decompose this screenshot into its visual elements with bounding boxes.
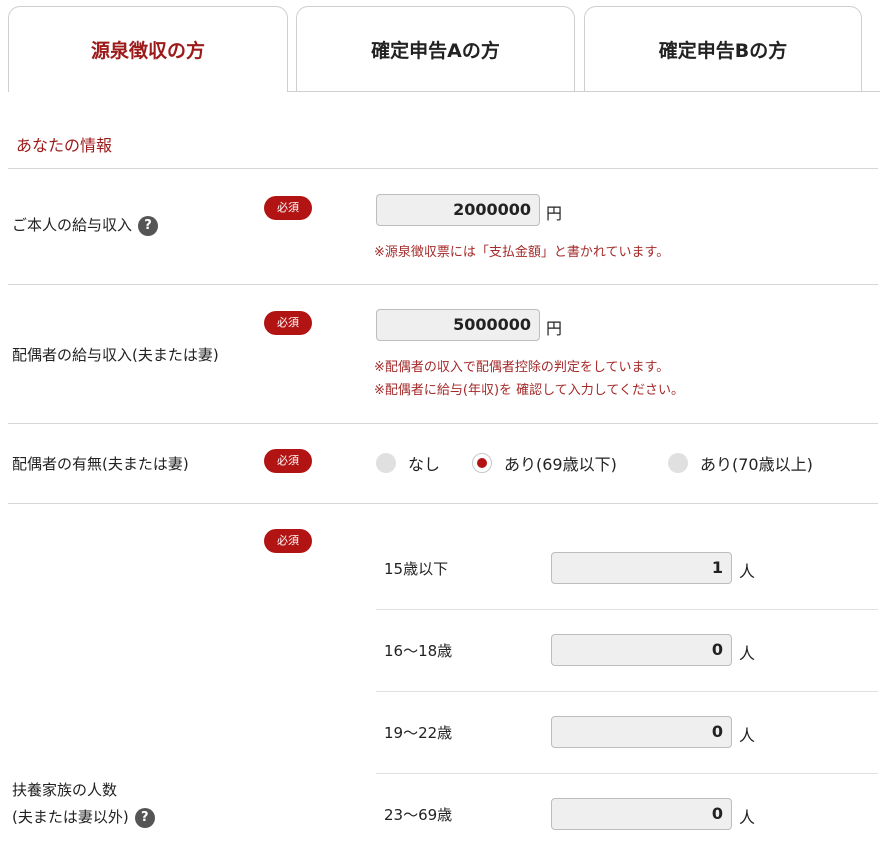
dependent-unit: 人 — [739, 644, 756, 663]
spouse-salary-unit: 円 — [546, 319, 563, 338]
radio-none[interactable]: なし — [376, 451, 440, 475]
required-badge: 必須 — [264, 311, 312, 335]
dependent-count-input[interactable]: 1 — [551, 552, 732, 584]
divider — [8, 503, 878, 504]
dependent-count-input[interactable]: 0 — [551, 798, 732, 830]
radio-none-label: なし — [408, 455, 441, 474]
dependents-label-line2-text: (夫または妻以外) — [12, 808, 129, 826]
spouse-salary-note-2: ※配偶者に給与(年収)を 確認して入力してください。 — [374, 383, 684, 398]
row-divider — [376, 773, 878, 774]
salary-label-text: ご本人の給与収入 — [12, 216, 133, 234]
salary-note: ※源泉徴収票には「支払金額」と書かれています。 — [374, 245, 670, 260]
divider — [8, 168, 878, 169]
divider — [8, 284, 878, 285]
dependent-unit: 人 — [739, 726, 756, 745]
dependent-age-label: 23～69歳 — [384, 806, 453, 824]
divider — [8, 423, 878, 424]
radio-over-70-label: あり(70歳以上) — [700, 455, 813, 474]
dependent-unit: 人 — [739, 808, 756, 827]
dependents-label-line1: 扶養家族の人数 — [12, 781, 118, 799]
radio-circle[interactable] — [376, 453, 396, 473]
tab-bar: 源泉徴収の方 確定申告Aの方 確定申告Bの方 — [0, 0, 880, 92]
required-badge: 必須 — [264, 196, 312, 220]
spouse-salary-note-1: ※配偶者の収入で配偶者控除の判定をしています。 — [374, 360, 670, 375]
row-divider — [376, 609, 878, 610]
required-badge: 必須 — [264, 529, 312, 553]
help-icon[interactable]: ? — [134, 807, 155, 828]
dependent-age-label: 16～18歳 — [384, 642, 453, 660]
tab-tax-return-a[interactable]: 確定申告Aの方 — [296, 6, 575, 92]
row-divider — [376, 691, 878, 692]
dependents-label-line2: (夫または妻以外)? — [12, 806, 155, 828]
dependent-count-input[interactable]: 0 — [551, 634, 732, 666]
tab-withholding[interactable]: 源泉徴収の方 — [8, 6, 288, 92]
dependent-age-label: 19～22歳 — [384, 724, 453, 742]
dependent-count-input[interactable]: 0 — [551, 716, 732, 748]
required-badge: 必須 — [264, 449, 312, 473]
radio-circle[interactable] — [668, 453, 688, 473]
tab-tax-return-b[interactable]: 確定申告Bの方 — [584, 6, 862, 92]
radio-under-69[interactable]: あり(69歳以下) — [472, 451, 617, 475]
radio-over-70[interactable]: あり(70歳以上) — [668, 451, 813, 475]
tab-divider — [288, 91, 880, 92]
salary-unit: 円 — [546, 204, 563, 223]
dependent-unit: 人 — [739, 562, 756, 581]
radio-circle-selected[interactable] — [472, 453, 492, 473]
radio-under-69-label: あり(69歳以下) — [504, 455, 617, 474]
section-title: あなたの情報 — [16, 136, 113, 155]
salary-label: ご本人の給与収入? — [12, 214, 159, 236]
salary-input[interactable]: 2000000 — [376, 194, 540, 226]
spouse-salary-label: 配偶者の給与収入(夫または妻) — [12, 346, 219, 364]
spouse-presence-label: 配偶者の有無(夫または妻) — [12, 455, 189, 473]
spouse-salary-input[interactable]: 5000000 — [376, 309, 540, 341]
dependent-age-label: 15歳以下 — [384, 560, 449, 578]
help-icon[interactable]: ? — [138, 215, 159, 236]
